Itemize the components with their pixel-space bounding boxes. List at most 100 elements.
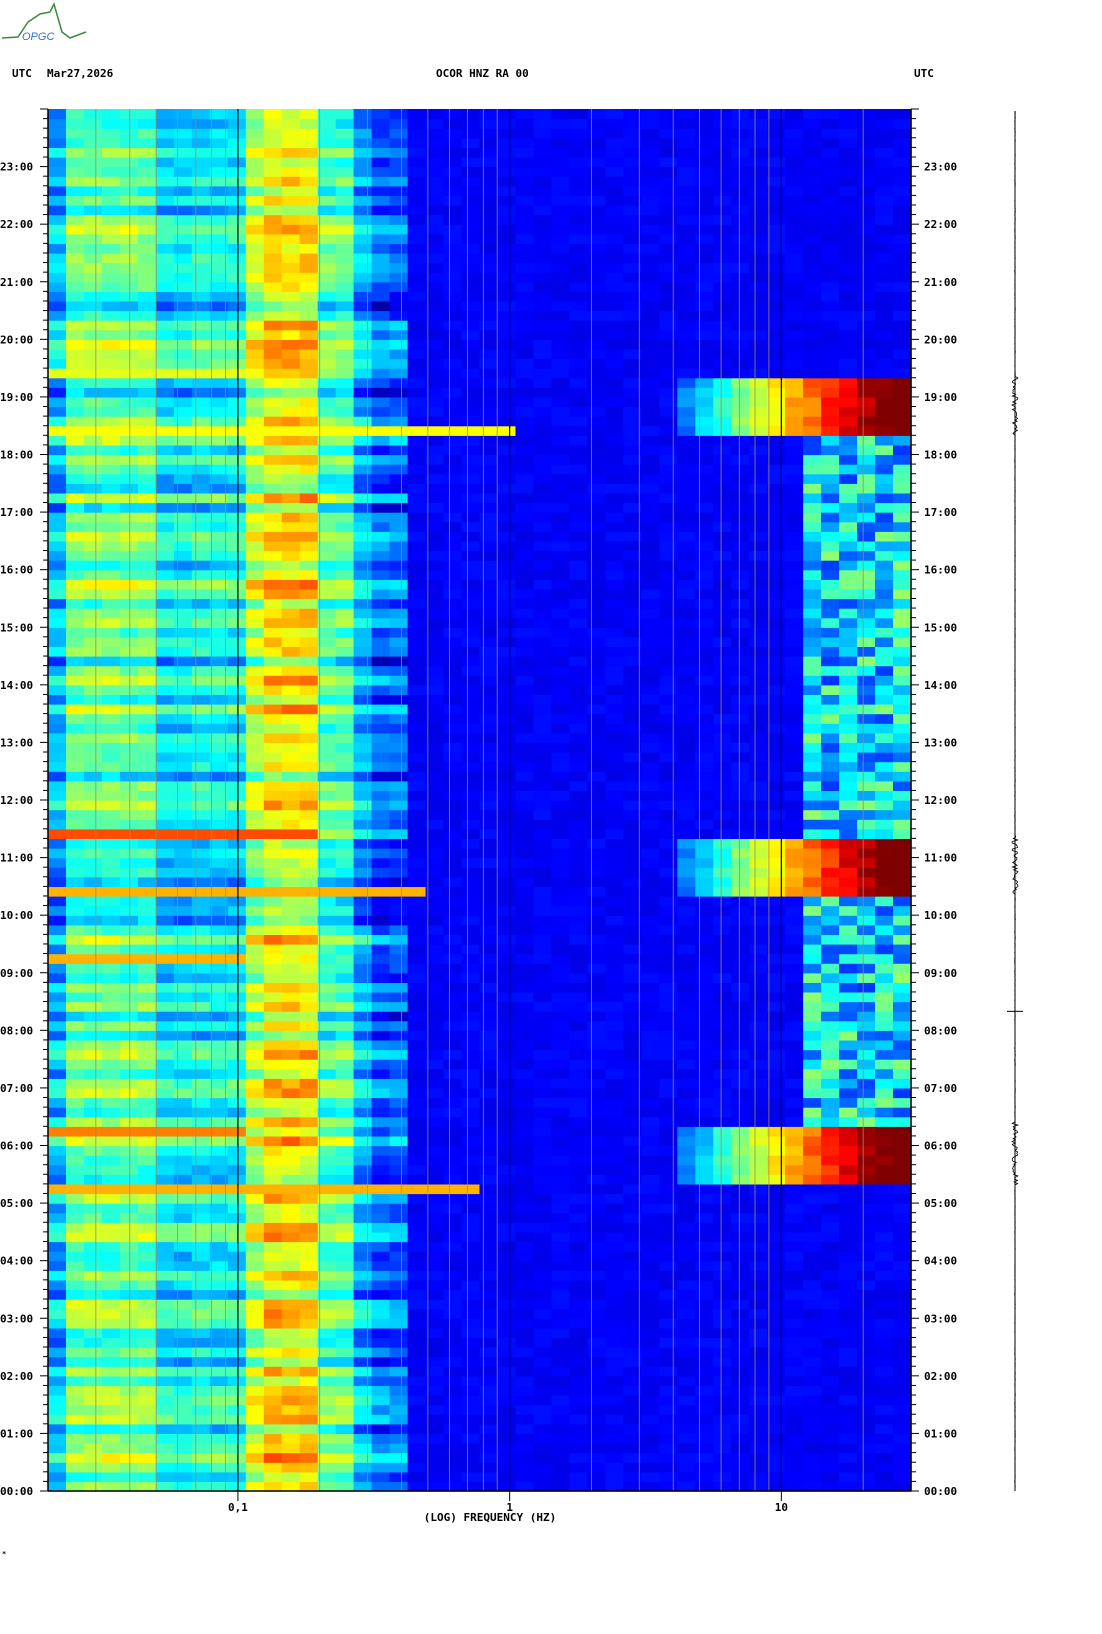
spectrogram-cell — [641, 848, 660, 859]
spectrogram-cell — [371, 656, 391, 667]
spectrogram-cell — [371, 1481, 391, 1492]
spectrogram-cell — [893, 1126, 912, 1137]
spectrogram-cell — [425, 608, 445, 619]
spectrogram-cell — [479, 1279, 499, 1291]
spectrogram-cell — [569, 550, 588, 561]
spectrogram-cell — [569, 1183, 588, 1195]
spectrogram-cell — [281, 1193, 301, 1204]
spectrogram-cell — [461, 934, 481, 945]
spectrogram-cell — [191, 675, 211, 686]
spectrogram-cell — [48, 1126, 67, 1137]
spectrogram-cell — [497, 1471, 517, 1482]
spectrogram-cell — [84, 1231, 103, 1243]
spectrogram-cell — [767, 1299, 786, 1310]
spectrogram-cell — [605, 1039, 624, 1051]
spectrogram-cell — [893, 1231, 912, 1243]
spectrogram-cell — [893, 1135, 912, 1147]
spectrogram-cell — [641, 800, 660, 811]
spectrogram-cell — [425, 540, 445, 552]
spectrogram-cell — [119, 1087, 139, 1099]
spectrogram-cell — [48, 579, 67, 590]
spectrogram-cell — [227, 991, 247, 1003]
spectrogram-cell — [407, 1299, 427, 1310]
spectrogram-cell — [821, 502, 840, 513]
spectrogram-cell — [749, 569, 768, 580]
spectrogram-cell — [605, 1203, 624, 1214]
spectrogram-cell — [101, 550, 121, 561]
spectrogram-cell — [317, 1404, 337, 1415]
spectrogram-cell — [479, 809, 499, 820]
spectrogram-cell — [893, 617, 912, 628]
spectrogram-cell — [263, 1068, 283, 1079]
spectrogram-cell — [101, 1327, 121, 1338]
spectrogram-cell — [659, 540, 678, 552]
spectrogram-cell — [389, 924, 409, 935]
spectrogram-cell — [155, 972, 175, 983]
spectrogram-cell — [641, 521, 660, 532]
spectrogram-cell — [173, 1471, 193, 1482]
spectrogram-cell — [335, 819, 355, 830]
spectrogram-cell — [803, 732, 822, 743]
spectrogram-cell — [84, 1164, 103, 1175]
spectrogram-cell — [677, 1423, 696, 1434]
spectrogram-cell — [155, 1030, 175, 1041]
spectrogram-cell — [659, 550, 678, 561]
spectrogram-cell — [371, 713, 391, 724]
spectrogram-cell — [875, 1078, 894, 1089]
spectrogram-cell — [893, 1481, 912, 1492]
spectrogram-cell — [263, 800, 283, 811]
spectrogram-cell — [353, 1462, 373, 1473]
spectrogram-cell — [659, 1164, 678, 1175]
spectrogram-cell — [425, 780, 445, 791]
spectrogram-cell — [263, 1337, 283, 1348]
spectrogram-cell — [191, 780, 211, 791]
spectrogram-cell — [587, 1443, 606, 1454]
spectrogram-cell — [263, 1260, 283, 1271]
spectrogram-cell — [605, 972, 624, 983]
spectrogram-cell — [839, 665, 858, 676]
spectrogram-cell — [84, 924, 103, 935]
spectrogram-cell — [245, 1481, 265, 1492]
spectrogram-cell — [857, 1481, 876, 1492]
spectrogram-cell — [461, 713, 481, 724]
spectrogram-cell — [785, 780, 804, 791]
spectrogram-cell — [479, 1193, 499, 1204]
spectrogram-cell — [641, 1126, 660, 1137]
spectrogram-cell — [227, 972, 247, 983]
spectrogram-cell — [353, 1231, 373, 1243]
spectrogram-cell — [677, 1097, 696, 1108]
spectrogram-cell — [551, 1001, 570, 1012]
spectrogram-cell — [677, 809, 696, 820]
spectrogram-cell — [353, 1011, 373, 1022]
spectrogram-cell — [641, 953, 660, 964]
spectrogram-cell — [767, 1087, 786, 1099]
spectrogram-cell — [767, 627, 786, 638]
spectrogram-cell — [695, 896, 714, 907]
spectrogram-cell — [191, 1452, 211, 1463]
spectrogram-cell — [803, 1155, 822, 1166]
spectrogram-cell — [317, 1395, 337, 1406]
spectrogram-cell — [66, 1366, 85, 1377]
spectrogram-cell — [317, 963, 337, 974]
spectrogram-cell — [389, 1462, 409, 1473]
spectrogram-cell — [749, 1327, 768, 1338]
spectrogram-cell — [893, 608, 912, 619]
spectrogram-cell — [66, 896, 85, 907]
spectrogram-cell — [569, 886, 588, 897]
spectrogram-cell — [425, 569, 445, 580]
spectrogram-cell — [66, 713, 85, 724]
spectrogram-cell — [767, 1347, 786, 1358]
spectrogram-cell — [605, 1011, 624, 1022]
spectrogram-cell — [443, 1481, 463, 1492]
spectrogram-cell — [857, 732, 876, 743]
spectrogram-cell — [893, 1356, 912, 1367]
spectrogram-cell — [371, 1020, 391, 1031]
spectrogram-cell — [713, 886, 732, 897]
spectrogram-cell — [191, 1270, 211, 1281]
spectrogram-cell — [119, 1260, 139, 1271]
spectrogram-cell — [569, 521, 588, 532]
spectrogram-cell — [677, 1039, 696, 1051]
spectrogram-cell — [263, 857, 283, 868]
spectrogram-cell — [551, 1155, 570, 1166]
spectrogram-cell — [875, 1337, 894, 1348]
